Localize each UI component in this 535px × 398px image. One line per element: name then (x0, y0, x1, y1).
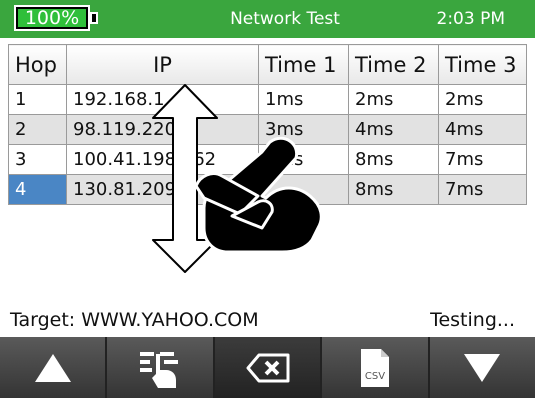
table-row-selected[interactable]: 4 130.81.209 8ms 7ms (8, 174, 527, 205)
cell-time-2: 8ms (348, 174, 439, 205)
test-status: Testing... (430, 309, 515, 331)
cell-hop: 3 (8, 144, 67, 175)
cell-ip: 98.119.220.1 (66, 114, 259, 145)
scroll-up-button[interactable] (0, 337, 108, 398)
cell-time-1: 1ms (258, 84, 349, 115)
triangle-up-icon (34, 353, 71, 382)
header-ip[interactable]: IP (66, 44, 259, 85)
cell-time-2: 4ms (348, 114, 439, 145)
cell-time-1 (258, 174, 349, 205)
cell-time-1: 7ms (258, 144, 349, 175)
clock: 2:03 PM (436, 9, 506, 29)
cell-hop: 4 (8, 174, 67, 205)
cell-ip: 192.168.1 (66, 84, 259, 115)
cell-time-2: 8ms (348, 144, 439, 175)
header-time-1[interactable]: Time 1 (258, 44, 349, 85)
header-time-2[interactable]: Time 2 (348, 44, 439, 85)
table-row[interactable]: 1 192.168.1 1ms 2ms 2ms (8, 84, 527, 115)
backspace-icon (246, 353, 290, 382)
cell-time-2: 2ms (348, 84, 439, 115)
cell-time-3: 7ms (438, 174, 527, 205)
header-hop[interactable]: Hop (8, 44, 67, 85)
menu-button[interactable] (107, 337, 215, 398)
cell-time-3: 7ms (438, 144, 527, 175)
export-csv-button[interactable]: CSV (322, 337, 430, 398)
cell-time-3: 2ms (438, 84, 527, 115)
table-row[interactable]: 2 98.119.220.1 3ms 4ms 4ms (8, 114, 527, 145)
bottom-toolbar: CSV (0, 337, 535, 398)
cell-time-1: 3ms (258, 114, 349, 145)
results-table[interactable]: Hop IP Time 1 Time 2 Time 3 1 192.168.1 … (8, 44, 527, 205)
csv-label: CSV (365, 371, 385, 382)
battery-indicator: 100% (14, 5, 90, 31)
header-time-3[interactable]: Time 3 (438, 44, 527, 85)
battery-percentage: 100% (24, 7, 80, 29)
battery-tip (90, 12, 98, 24)
app-title: Network Test (230, 9, 340, 29)
cell-ip: 130.81.209 (66, 174, 259, 205)
results-table-area[interactable]: Hop IP Time 1 Time 2 Time 3 1 192.168.1 … (0, 38, 535, 303)
scroll-down-button[interactable] (429, 337, 535, 398)
triangle-down-icon (464, 353, 501, 382)
cell-ip: 100.41.198.162 (66, 144, 259, 175)
hand-menu-icon (140, 351, 179, 388)
cell-hop: 1 (8, 84, 67, 115)
cell-time-3: 4ms (438, 114, 527, 145)
target-bar: Target: WWW.YAHOO.COM Testing... (0, 303, 535, 337)
table-header-row: Hop IP Time 1 Time 2 Time 3 (8, 44, 527, 85)
table-row[interactable]: 3 100.41.198.162 7ms 8ms 7ms (8, 144, 527, 175)
target-label: Target: WWW.YAHOO.COM (10, 309, 259, 331)
csv-file-icon: CSV (360, 348, 389, 387)
clear-button[interactable] (214, 337, 323, 398)
cell-hop: 2 (8, 114, 67, 145)
status-bar: 100% Network Test 2:03 PM (0, 0, 535, 38)
